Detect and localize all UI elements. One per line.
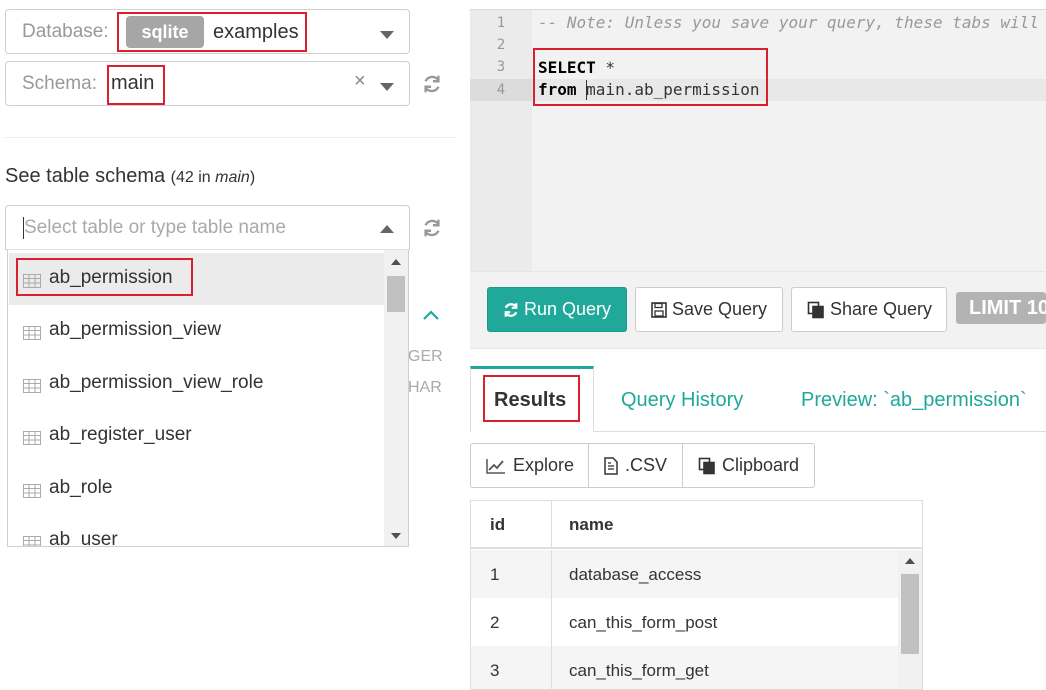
tab-preview[interactable]: Preview: `ab_permission` xyxy=(801,389,1027,412)
table-option-label: ab_role xyxy=(49,477,113,498)
column-divider xyxy=(551,550,552,598)
limit-label: LIMIT 10 xyxy=(969,297,1046,319)
table-schema-heading-text: See table schema xyxy=(5,165,166,187)
line-chart-icon xyxy=(486,459,505,474)
schema-select[interactable]: Schema: main × xyxy=(5,61,410,106)
table-option[interactable]: ab_register_user xyxy=(9,410,384,462)
table-icon xyxy=(23,484,41,498)
table-option[interactable]: ab_role xyxy=(9,463,384,515)
line-number: 4 xyxy=(470,79,532,101)
code-comment: -- Note: Unless you save your query, the… xyxy=(538,13,1039,32)
table-row[interactable]: 1 database_access xyxy=(471,550,899,598)
table-schema-heading: See table schema (42 in main) xyxy=(5,165,255,188)
line-number: 3 xyxy=(496,59,506,75)
cell-id: 2 xyxy=(490,613,500,632)
table-row[interactable]: 2 can_this_form_post xyxy=(471,598,899,646)
schema-clear-icon[interactable]: × xyxy=(354,70,366,93)
save-query-button[interactable]: Save Query xyxy=(635,287,783,332)
tabs-underline xyxy=(594,431,1046,432)
refresh-icon xyxy=(504,303,518,317)
table-option[interactable]: ab_user xyxy=(9,515,384,547)
share-query-label: Share Query xyxy=(830,299,933,319)
file-text-icon xyxy=(604,457,618,475)
table-select[interactable]: Select table or type table name xyxy=(5,205,410,250)
results-header-row: id name xyxy=(471,501,922,549)
schema-chevron-down-icon[interactable] xyxy=(380,83,394,91)
table-option-label: ab_register_user xyxy=(49,424,192,445)
explore-button[interactable]: Explore xyxy=(470,443,589,488)
line-number: 1 xyxy=(496,15,506,31)
left-divider xyxy=(5,137,455,138)
results-scrollbar-thumb[interactable] xyxy=(901,574,919,654)
cell-id: 1 xyxy=(490,565,500,584)
database-label: Database: xyxy=(22,21,109,42)
highlight-database xyxy=(117,12,307,52)
dropdown-scrollbar-thumb[interactable] xyxy=(387,276,405,312)
results-scrollbar[interactable] xyxy=(898,550,922,689)
table-select-chevron-up-icon[interactable] xyxy=(380,225,394,233)
results-table: id name 1 database_access 2 can_this_for… xyxy=(470,500,923,690)
table-icon xyxy=(23,431,41,445)
line-number: 2 xyxy=(496,37,506,53)
limit-dropdown[interactable]: LIMIT 10 xyxy=(956,292,1046,324)
share-query-button[interactable]: Share Query xyxy=(791,287,947,332)
scroll-down-arrow-icon[interactable] xyxy=(390,532,402,540)
table-select-input[interactable]: Select table or type table name xyxy=(24,217,286,239)
tab-query-history[interactable]: Query History xyxy=(621,389,743,412)
highlight-schema xyxy=(107,65,165,105)
csv-button[interactable]: .CSV xyxy=(588,443,683,488)
cell-name: database_access xyxy=(569,565,702,584)
table-count: (42 in main) xyxy=(170,169,256,186)
column-divider xyxy=(551,598,552,646)
schema-refresh-icon[interactable] xyxy=(421,73,443,95)
highlight-results-tab xyxy=(483,375,580,422)
copy-icon xyxy=(698,457,715,475)
highlight-query xyxy=(533,48,768,106)
csv-label: .CSV xyxy=(625,455,668,475)
column-header-name[interactable]: name xyxy=(569,515,613,535)
column-divider xyxy=(551,501,552,547)
collapse-chevron-up-icon[interactable] xyxy=(421,307,441,323)
table-icon xyxy=(23,379,41,393)
clipboard-label: Clipboard xyxy=(722,455,800,475)
column-type-fragment: HAR xyxy=(408,379,442,396)
column-divider xyxy=(551,646,552,689)
table-option[interactable]: ab_permission_view xyxy=(9,305,384,357)
highlight-selected-table xyxy=(16,258,193,296)
table-option-label: ab_permission_view xyxy=(49,319,222,340)
table-refresh-icon[interactable] xyxy=(421,217,443,239)
table-icon xyxy=(23,536,41,546)
dropdown-scrollbar[interactable] xyxy=(384,250,408,546)
scroll-up-arrow-icon[interactable] xyxy=(904,557,916,565)
table-option[interactable]: ab_permission_view_role xyxy=(9,358,384,410)
scroll-up-arrow-icon[interactable] xyxy=(390,258,402,266)
table-icon xyxy=(23,326,41,340)
cell-name: can_this_form_post xyxy=(569,613,718,632)
table-row[interactable]: 3 can_this_form_get xyxy=(471,646,899,689)
floppy-disk-icon xyxy=(651,302,667,318)
table-option-label: ab_permission_view_role xyxy=(49,372,264,393)
database-chevron-down-icon[interactable] xyxy=(380,31,394,39)
explore-label: Explore xyxy=(513,455,575,475)
table-option-label: ab_user xyxy=(49,529,118,547)
copy-icon xyxy=(807,301,824,319)
save-query-label: Save Query xyxy=(672,299,768,319)
column-type-fragment: GER xyxy=(408,348,443,365)
run-query-label: Run Query xyxy=(524,299,612,319)
schema-label: Schema: xyxy=(22,73,97,94)
clipboard-button[interactable]: Clipboard xyxy=(682,443,815,488)
cell-id: 3 xyxy=(490,661,500,680)
editor-gutter: 1 2 3 4 xyxy=(470,10,532,271)
cell-name: can_this_form_get xyxy=(569,661,709,680)
run-query-button[interactable]: Run Query xyxy=(487,287,627,332)
column-header-id[interactable]: id xyxy=(490,515,505,535)
